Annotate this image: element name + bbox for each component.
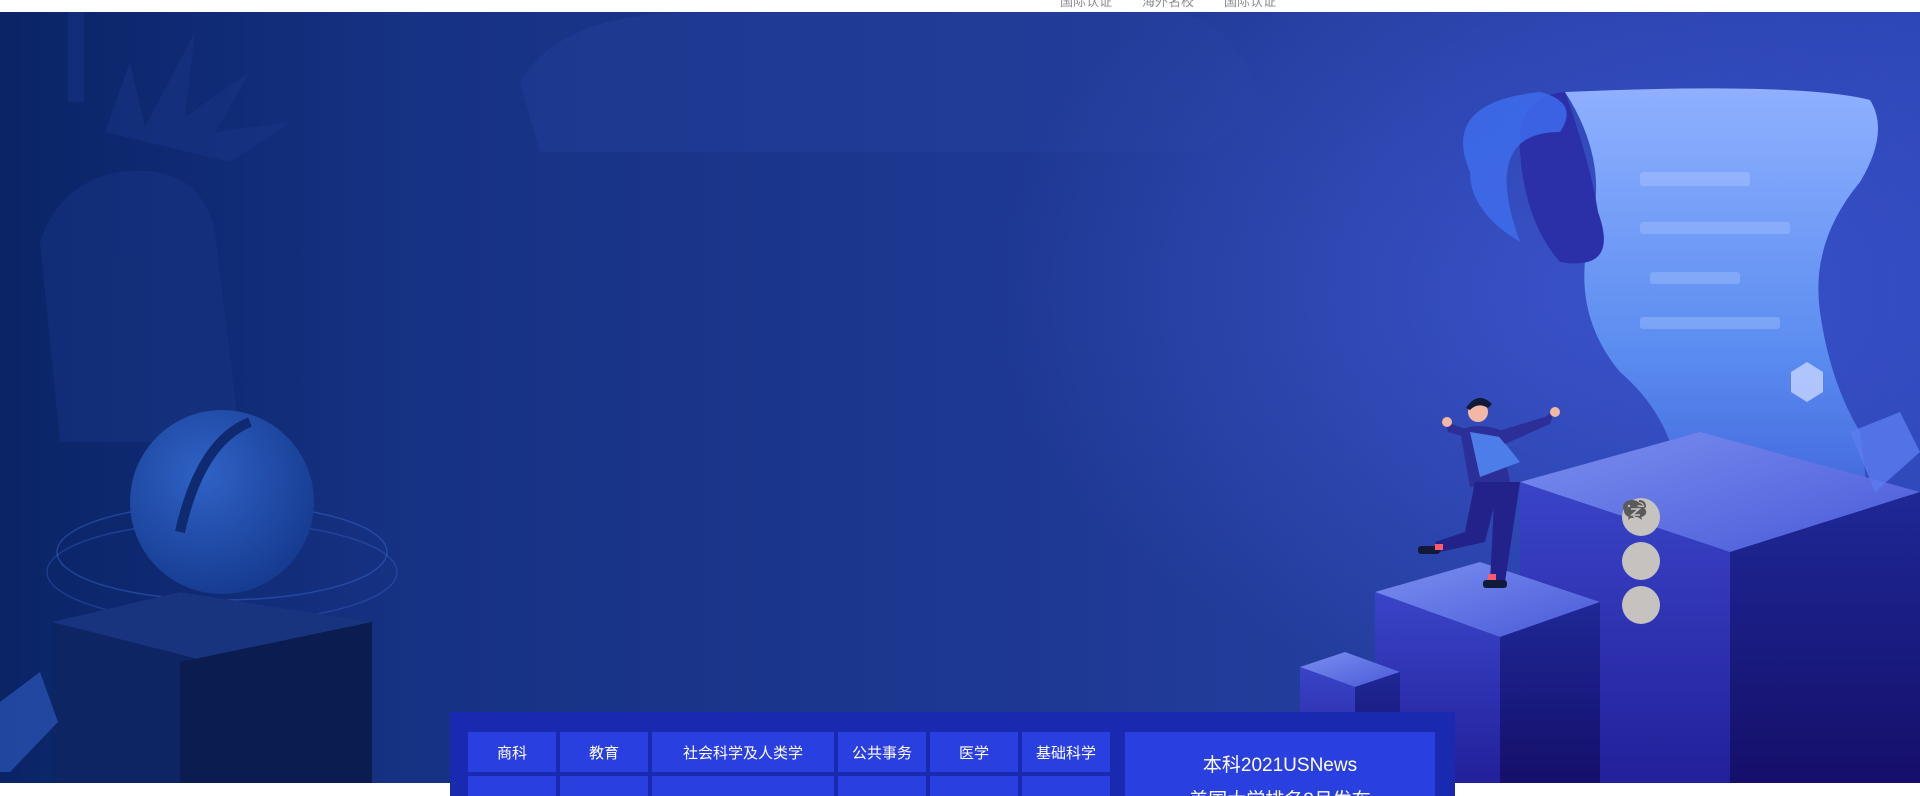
subject-grid: 商科 教育 社会科学及人类学 公共事务 医学 基础科学 bbox=[468, 732, 1110, 796]
statue-of-liberty bbox=[40, 12, 290, 442]
subject-business[interactable]: 商科 bbox=[468, 732, 556, 772]
top-strip bbox=[0, 0, 1920, 12]
wechat-icon[interactable] bbox=[1622, 500, 1660, 580]
subject-education[interactable]: 教育 bbox=[560, 732, 648, 772]
subject-cell-empty[interactable] bbox=[930, 776, 1018, 796]
hero-banner bbox=[0, 12, 1920, 783]
subject-cell-empty[interactable] bbox=[468, 776, 556, 796]
globe-pedestal bbox=[0, 410, 398, 783]
ranking-news-card[interactable]: 本科2021USNews 美国大学排名8月发布 bbox=[1125, 732, 1435, 796]
subject-cell-empty[interactable] bbox=[652, 776, 834, 796]
news-subtitle: 美国大学排名8月发布 bbox=[1125, 785, 1435, 796]
top-nav-item-2[interactable]: 海外名校 bbox=[1142, 0, 1194, 10]
subject-cell-empty[interactable] bbox=[838, 776, 926, 796]
subject-public-affairs[interactable]: 公共事务 bbox=[838, 732, 926, 772]
top-nav-item-1[interactable]: 国际认证 bbox=[1060, 0, 1112, 10]
top-nav: 国际认证 海外名校 国际认证 bbox=[1060, 0, 1276, 10]
subject-cell-empty[interactable] bbox=[560, 776, 648, 796]
subject-cell-empty[interactable] bbox=[1022, 776, 1110, 796]
subject-panel: 商科 教育 社会科学及人类学 公共事务 医学 基础科学 本科2021USNews… bbox=[450, 712, 1455, 796]
subject-social-science[interactable]: 社会科学及人类学 bbox=[652, 732, 834, 772]
social-share-bar bbox=[1622, 498, 1660, 624]
page: 国际认证 海外名校 国际认证 商科 教育 社会科学及人类学 公共事务 医学 基础… bbox=[0, 0, 1920, 796]
top-nav-item-3[interactable]: 国际认证 bbox=[1224, 0, 1276, 10]
subject-medicine[interactable]: 医学 bbox=[930, 732, 1018, 772]
qzone-icon[interactable] bbox=[1622, 500, 1660, 624]
subject-basic-science[interactable]: 基础科学 bbox=[1022, 732, 1110, 772]
hero-illustration bbox=[0, 12, 1920, 783]
news-title: 本科2021USNews bbox=[1202, 755, 1358, 776]
